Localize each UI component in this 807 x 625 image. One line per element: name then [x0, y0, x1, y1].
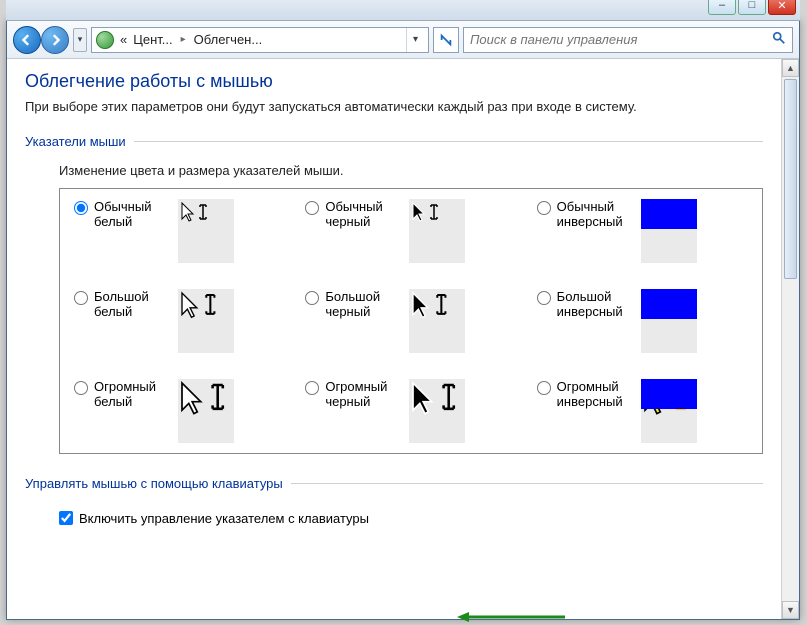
forward-button[interactable] — [41, 26, 69, 54]
minimize-button[interactable]: – — [708, 0, 736, 15]
pointer-option-big-inv[interactable]: Большойинверсный — [537, 289, 748, 353]
pointer-preview — [178, 379, 234, 443]
pointer-option-reg-black[interactable]: Обычныйчерный — [305, 199, 516, 263]
refresh-button[interactable] — [433, 27, 459, 53]
pointer-label: Огромныйбелый — [94, 379, 172, 410]
control-panel-icon — [96, 31, 114, 49]
pointer-preview — [641, 199, 697, 263]
vertical-scrollbar[interactable]: ▲ ▼ — [781, 59, 799, 619]
back-button[interactable] — [13, 26, 41, 54]
content-pane: Облегчение работы с мышью При выборе эти… — [7, 59, 781, 619]
keyboard-group-legend: Управлять мышью с помощью клавиатуры — [25, 476, 291, 491]
pointer-radio[interactable] — [305, 291, 319, 305]
mousekeys-checkbox[interactable] — [59, 511, 73, 525]
breadcrumb-item[interactable]: Облегчен... — [194, 32, 263, 47]
pointer-radio[interactable] — [74, 381, 88, 395]
pointer-label: Обычныйинверсный — [557, 199, 635, 230]
pointer-radio[interactable] — [537, 381, 551, 395]
breadcrumb-item[interactable]: Цент... — [133, 32, 172, 47]
pointer-label: Большойчерный — [325, 289, 403, 320]
pointer-preview — [178, 289, 234, 353]
close-button[interactable]: ✕ — [768, 0, 796, 15]
page-description: При выборе этих параметров они будут зап… — [25, 98, 763, 116]
pointer-preview — [178, 199, 234, 263]
pointer-label: Обычныйбелый — [94, 199, 172, 230]
scroll-up-button[interactable]: ▲ — [782, 59, 799, 77]
pointer-preview — [641, 289, 697, 353]
chevron-right-icon: ▸ — [179, 34, 188, 45]
navbar: ▾ « Цент... ▸ Облегчен... ▾ — [7, 21, 799, 59]
history-dropdown[interactable]: ▾ — [73, 28, 87, 52]
pointer-preview — [409, 199, 465, 263]
arrow-right-icon — [49, 34, 61, 46]
pointer-radio[interactable] — [537, 201, 551, 215]
titlebar: – □ ✕ — [6, 0, 800, 21]
pointer-option-big-black[interactable]: Большойчерный — [305, 289, 516, 353]
pointer-preview — [641, 379, 697, 443]
pointer-group: Указатели мыши Изменение цвета и размера… — [25, 134, 763, 454]
mousekeys-checkbox-row[interactable]: Включить управление указателем с клавиат… — [59, 511, 763, 526]
pointer-radio[interactable] — [537, 291, 551, 305]
refresh-icon — [439, 33, 453, 47]
pointer-label: Обычныйчерный — [325, 199, 403, 230]
address-dropdown[interactable]: ▾ — [406, 28, 424, 52]
pointer-option-big-white[interactable]: Большойбелый — [74, 289, 285, 353]
pointer-label: Огромныйчерный — [325, 379, 403, 410]
pointer-preview — [409, 379, 465, 443]
pointer-option-huge-white[interactable]: Огромныйбелый — [74, 379, 285, 443]
pointer-radio[interactable] — [74, 201, 88, 215]
breadcrumb-prefix: « — [120, 32, 127, 47]
mousekeys-label: Включить управление указателем с клавиат… — [79, 511, 369, 526]
pointer-radio[interactable] — [305, 381, 319, 395]
address-bar[interactable]: « Цент... ▸ Облегчен... ▾ — [91, 27, 429, 53]
pointer-group-desc: Изменение цвета и размера указателей мыш… — [59, 163, 763, 178]
pointer-radio[interactable] — [305, 201, 319, 215]
scroll-thumb[interactable] — [784, 79, 797, 279]
keyboard-group: Управлять мышью с помощью клавиатуры Вкл… — [25, 476, 763, 526]
pointer-option-reg-white[interactable]: Обычныйбелый — [74, 199, 285, 263]
pointer-option-huge-inv[interactable]: Огромныйинверсный — [537, 379, 748, 443]
pointer-grid: Обычныйбелый Обычныйчерный Обычныйинверс… — [59, 188, 763, 454]
pointer-preview — [409, 289, 465, 353]
search-box[interactable] — [463, 27, 793, 53]
search-icon — [772, 31, 786, 48]
pointer-option-huge-black[interactable]: Огромныйчерный — [305, 379, 516, 443]
annotation-arrow — [457, 610, 567, 619]
pointer-option-reg-inv[interactable]: Обычныйинверсный — [537, 199, 748, 263]
search-input[interactable] — [470, 32, 772, 47]
pointer-label: Большойбелый — [94, 289, 172, 320]
nav-arrows — [13, 26, 69, 54]
window: – □ ✕ ▾ « Цент... ▸ Облегчен... ▾ — [6, 20, 800, 620]
page-title: Облегчение работы с мышью — [25, 71, 763, 92]
scroll-down-button[interactable]: ▼ — [782, 601, 799, 619]
pointer-radio[interactable] — [74, 291, 88, 305]
arrow-left-icon — [21, 34, 33, 46]
pointer-label: Огромныйинверсный — [557, 379, 635, 410]
pointer-label: Большойинверсный — [557, 289, 635, 320]
maximize-button[interactable]: □ — [738, 0, 766, 15]
pointer-group-legend: Указатели мыши — [25, 134, 134, 149]
